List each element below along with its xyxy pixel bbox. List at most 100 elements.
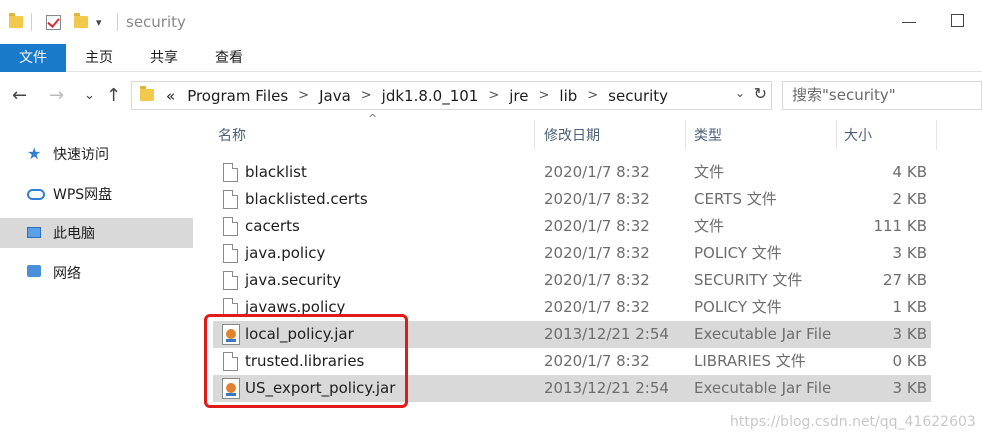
- properties-icon[interactable]: [46, 12, 61, 32]
- chevron-right-icon[interactable]: >: [484, 88, 503, 103]
- file-type: Executable Jar File: [694, 379, 832, 397]
- file-size: 2 KB: [892, 190, 927, 208]
- file-type: 文件: [694, 217, 725, 235]
- address-dropdown-icon[interactable]: ⌄: [735, 86, 745, 100]
- nav-item-label: 快速访问: [53, 147, 109, 163]
- tab-view[interactable]: 查看: [206, 44, 252, 72]
- up-icon[interactable]: ↑: [106, 85, 121, 106]
- maximize-button[interactable]: [951, 14, 964, 27]
- file-date: 2020/1/7 8:32: [544, 352, 650, 370]
- chevron-right-icon[interactable]: >: [535, 88, 554, 103]
- file-date: 2020/1/7 8:32: [544, 190, 650, 208]
- file-date: 2020/1/7 8:32: [544, 244, 650, 262]
- navigation-bar: ← → ⌄ ↑ « Program Files > Java > jdk1.8.…: [0, 80, 982, 112]
- title-bar: ▾ security: [0, 0, 982, 44]
- file-icon: [223, 244, 238, 263]
- folder-icon: [140, 85, 154, 105]
- file-name: blacklisted.certs: [245, 190, 368, 208]
- file-icon: [223, 163, 238, 182]
- nav-item-network[interactable]: 网络: [0, 258, 193, 288]
- breadcrumb-jre[interactable]: jre: [503, 87, 534, 105]
- folder-icon: [9, 12, 23, 32]
- recent-locations-icon[interactable]: ⌄: [84, 88, 95, 103]
- nav-item-label: 网络: [53, 266, 81, 282]
- file-icon: [223, 217, 238, 236]
- address-bar[interactable]: « Program Files > Java > jdk1.8.0_101 > …: [131, 81, 772, 110]
- file-row[interactable]: blacklisted.certs 2020/1/7 8:32 CERTS 文件…: [213, 186, 931, 213]
- file-date: 2020/1/7 8:32: [544, 217, 650, 235]
- file-size: 1 KB: [892, 298, 927, 316]
- nav-item-this-pc[interactable]: 此电脑: [0, 218, 193, 248]
- file-type: SECURITY 文件: [694, 271, 803, 289]
- separator: [31, 12, 32, 32]
- file-date: 2013/12/21 2:54: [544, 379, 669, 397]
- chevron-right-icon[interactable]: >: [357, 88, 376, 103]
- cloud-icon: [27, 186, 45, 202]
- file-row[interactable]: java.policy 2020/1/7 8:32 POLICY 文件 3 KB: [213, 240, 931, 267]
- file-size: 3 KB: [892, 325, 927, 343]
- file-type: 文件: [694, 163, 725, 181]
- file-size: 3 KB: [892, 379, 927, 397]
- file-type: LIBRARIES 文件: [694, 352, 806, 370]
- tab-share[interactable]: 共享: [141, 44, 187, 72]
- highlight-annotation-box: [204, 314, 408, 408]
- window-title: security: [126, 13, 186, 31]
- column-divider[interactable]: [534, 120, 535, 150]
- file-size: 111 KB: [873, 217, 927, 235]
- breadcrumb-program-files[interactable]: Program Files: [181, 87, 294, 105]
- file-size: 3 KB: [892, 244, 927, 262]
- file-row[interactable]: blacklist 2020/1/7 8:32 文件 4 KB: [213, 159, 931, 186]
- star-icon: ★: [27, 144, 42, 163]
- column-header-size[interactable]: 大小: [844, 120, 934, 150]
- nav-item-label: 此电脑: [53, 226, 95, 242]
- back-icon[interactable]: ←: [12, 85, 27, 106]
- chevron-right-icon[interactable]: >: [294, 88, 313, 103]
- separator: [117, 12, 118, 32]
- nav-item-wps-cloud[interactable]: WPS网盘: [0, 179, 193, 209]
- new-folder-icon[interactable]: [74, 12, 88, 32]
- nav-item-label: WPS网盘: [53, 187, 113, 203]
- minimize-button[interactable]: [902, 22, 916, 23]
- file-name: java.security: [245, 271, 342, 289]
- breadcrumb-jdk[interactable]: jdk1.8.0_101: [376, 87, 485, 105]
- ribbon-tabs: 文件 主页 共享 查看: [0, 44, 982, 72]
- refresh-icon[interactable]: ↻: [754, 84, 767, 103]
- file-icon: [223, 271, 238, 290]
- column-header-name[interactable]: 名称: [218, 120, 518, 150]
- column-divider[interactable]: [685, 120, 686, 150]
- file-date: 2020/1/7 8:32: [544, 163, 650, 181]
- chevron-right-icon[interactable]: >: [583, 88, 602, 103]
- file-icon: [223, 190, 238, 209]
- breadcrumb-java[interactable]: Java: [313, 87, 357, 105]
- column-header-date[interactable]: 修改日期: [544, 120, 684, 150]
- computer-icon: [27, 225, 45, 241]
- file-size: 4 KB: [892, 163, 927, 181]
- file-date: 2020/1/7 8:32: [544, 298, 650, 316]
- breadcrumb-overflow[interactable]: «: [162, 87, 181, 105]
- tab-home[interactable]: 主页: [76, 44, 122, 72]
- file-row[interactable]: java.security 2020/1/7 8:32 SECURITY 文件 …: [213, 267, 931, 294]
- tab-file[interactable]: 文件: [0, 44, 66, 72]
- navigation-pane: ★ 快速访问 WPS网盘 此电脑 网络: [0, 112, 193, 444]
- column-divider[interactable]: [936, 120, 937, 150]
- network-icon: [27, 265, 45, 281]
- file-type: POLICY 文件: [694, 244, 782, 262]
- forward-icon[interactable]: →: [49, 85, 64, 106]
- file-name: cacerts: [245, 217, 300, 235]
- file-date: 2020/1/7 8:32: [544, 271, 650, 289]
- file-name: blacklist: [245, 163, 307, 181]
- file-name: java.policy: [245, 244, 326, 262]
- search-input[interactable]: 搜索"security": [782, 81, 982, 110]
- quick-access-dropdown-icon[interactable]: ▾: [96, 12, 102, 32]
- nav-item-quick-access[interactable]: ★ 快速访问: [0, 139, 193, 169]
- file-type: POLICY 文件: [694, 298, 782, 316]
- column-divider[interactable]: [836, 120, 837, 150]
- watermark: https://blog.csdn.net/qq_41622603: [730, 414, 976, 430]
- file-size: 0 KB: [892, 352, 927, 370]
- breadcrumb-lib[interactable]: lib: [553, 87, 583, 105]
- file-size: 27 KB: [883, 271, 927, 289]
- file-date: 2013/12/21 2:54: [544, 325, 669, 343]
- file-row[interactable]: cacerts 2020/1/7 8:32 文件 111 KB: [213, 213, 931, 240]
- breadcrumb-security[interactable]: security: [602, 87, 674, 105]
- column-header-type[interactable]: 类型: [694, 120, 834, 150]
